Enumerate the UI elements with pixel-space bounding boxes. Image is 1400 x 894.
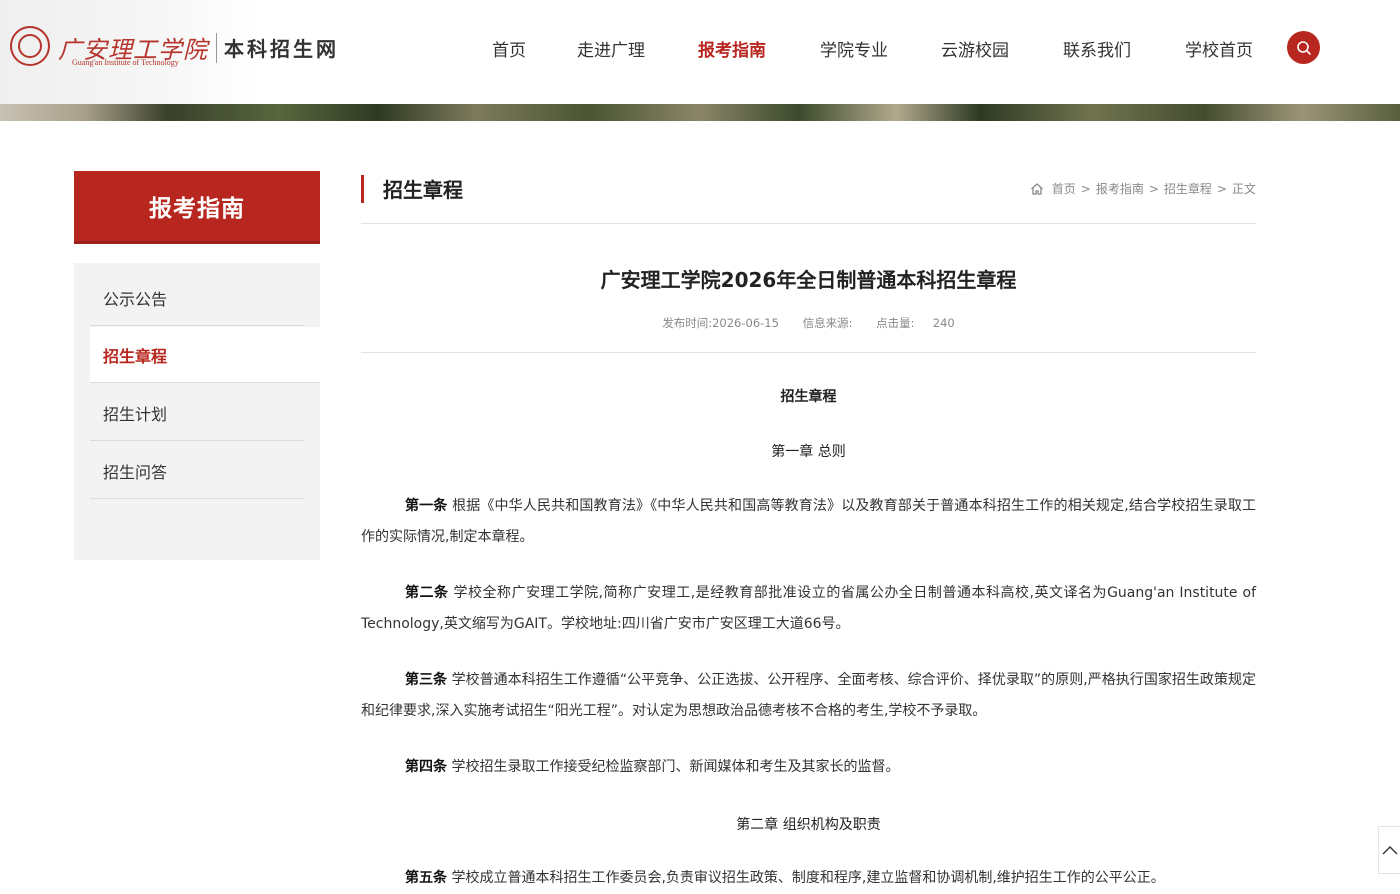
breadcrumb-current: 正文 (1231, 182, 1256, 196)
article-text: 学校成立普通本科招生工作委员会,负责审议招生政策、制度和程序,建立监督和协调机制… (451, 870, 1165, 886)
breadcrumb-admission-guide[interactable]: 报考指南 (1096, 180, 1144, 197)
chapter-heading: 第二章 组织机构及职责 (736, 817, 881, 833)
click-count-label: 点击量: (876, 316, 915, 330)
article-paragraph: 第二条 学校全称广安理工学院,简称广安理工,是经教育部批准设立的省属公办全日制普… (361, 578, 1256, 640)
sidebar-title: 报考指南 (74, 171, 320, 244)
nav-school-home[interactable]: 学校首页 (1185, 36, 1253, 61)
nav-about[interactable]: 走进广理 (577, 36, 645, 61)
sidebar-item-label: 招生章程 (103, 346, 168, 366)
sidebar-item-label: 公示公告 (103, 289, 168, 309)
nav-admission-guide[interactable]: 报考指南 (698, 36, 766, 61)
back-to-top-button[interactable] (1378, 826, 1400, 874)
sidebar-item-announcements[interactable]: 公示公告 (90, 270, 304, 326)
header-banner-strip (0, 104, 1400, 121)
article-text: 学校全称广安理工学院,简称广安理工,是经教育部批准设立的省属公办全日制普通本科高… (361, 585, 1256, 632)
article-text: 学校招生录取工作接受纪检监察部门、新闻媒体和考生及其家长的监督。 (451, 759, 900, 775)
search-button[interactable] (1287, 31, 1320, 64)
article-meta-divider (361, 352, 1256, 353)
publish-time: 发布时间:2026-06-15 (662, 316, 782, 330)
click-count-value: 240 (932, 316, 955, 330)
breadcrumb-separator: > (1216, 181, 1227, 196)
article-label: 第三条 (405, 672, 448, 688)
section-title: 招生章程 (383, 178, 463, 202)
publish-time-label: 发布时间: (662, 316, 713, 330)
sidebar-item-admission-qa[interactable]: 招生问答 (90, 443, 304, 499)
article-paragraph: 第三条 学校普通本科招生工作遵循“公平竞争、公正选拔、公开程序、全面考核、综合评… (361, 665, 1256, 727)
info-source-label: 信息来源: (802, 316, 853, 330)
article-text: 学校普通本科招生工作遵循“公平竞争、公正选拔、公开程序、全面考核、综合评价、择优… (361, 672, 1257, 719)
chapter-heading: 第一章 总则 (771, 444, 846, 460)
nav-home[interactable]: 首页 (492, 36, 526, 61)
article-heading: 招生章程 (780, 389, 837, 405)
site-name: 本科招生网 (224, 37, 339, 61)
breadcrumb-separator: > (1148, 181, 1159, 196)
article-label: 第五条 (405, 870, 447, 886)
click-count: 点击量: 240 (876, 316, 955, 330)
article-paragraph: 第一条 根据《中华人民共和国教育法》《中华人民共和国高等教育法》以及教育部关于普… (361, 491, 1256, 553)
school-seal-icon[interactable] (10, 26, 50, 66)
article-text: 根据《中华人民共和国教育法》《中华人民共和国高等教育法》以及教育部关于普通本科招… (361, 498, 1257, 545)
article-paragraph: 第五条 学校成立普通本科招生工作委员会,负责审议招生政策、制度和程序,建立监督和… (361, 863, 1256, 894)
article-title: 广安理工学院2026年全日制普通本科招生章程 (600, 268, 1017, 292)
logo-divider (216, 33, 217, 63)
breadcrumb-separator: > (1080, 181, 1091, 196)
sidebar-item-label: 招生问答 (103, 462, 168, 482)
section-divider (361, 223, 1256, 224)
article-meta: 发布时间:2026-06-15 信息来源: 点击量: 240 (361, 315, 1256, 331)
site-header: 广安理工学院 Guang'an Institute of Technology … (0, 0, 1400, 121)
breadcrumb-admission-charter[interactable]: 招生章程 (1164, 180, 1212, 197)
article-label: 第四条 (405, 759, 447, 775)
search-icon (1296, 40, 1311, 55)
home-icon[interactable] (1030, 182, 1044, 196)
school-logo-english: Guang'an Institute of Technology (72, 58, 179, 67)
section-accent-bar (361, 175, 364, 203)
sidebar-item-label: 招生计划 (103, 404, 168, 424)
nav-virtual-tour[interactable]: 云游校园 (941, 36, 1009, 61)
breadcrumb: 首页 > 报考指南 > 招生章程 > 正文 (1030, 180, 1256, 197)
article-label: 第二条 (405, 585, 449, 601)
sidebar-item-admission-plan[interactable]: 招生计划 (90, 385, 304, 441)
breadcrumb-home[interactable]: 首页 (1052, 180, 1076, 197)
article-label: 第一条 (405, 498, 448, 514)
sidebar-item-admission-charter[interactable]: 招生章程 (90, 327, 320, 383)
nav-contact[interactable]: 联系我们 (1063, 36, 1131, 61)
publish-time-value: 2026-06-15 (712, 316, 779, 330)
sidebar-menu: 公示公告 招生章程 招生计划 招生问答 (74, 263, 320, 560)
nav-colleges-majors[interactable]: 学院专业 (820, 36, 888, 61)
article-paragraph: 第四条 学校招生录取工作接受纪检监察部门、新闻媒体和考生及其家长的监督。 (361, 752, 1256, 783)
arrow-up-icon (1382, 846, 1398, 855)
info-source: 信息来源: (803, 316, 857, 330)
